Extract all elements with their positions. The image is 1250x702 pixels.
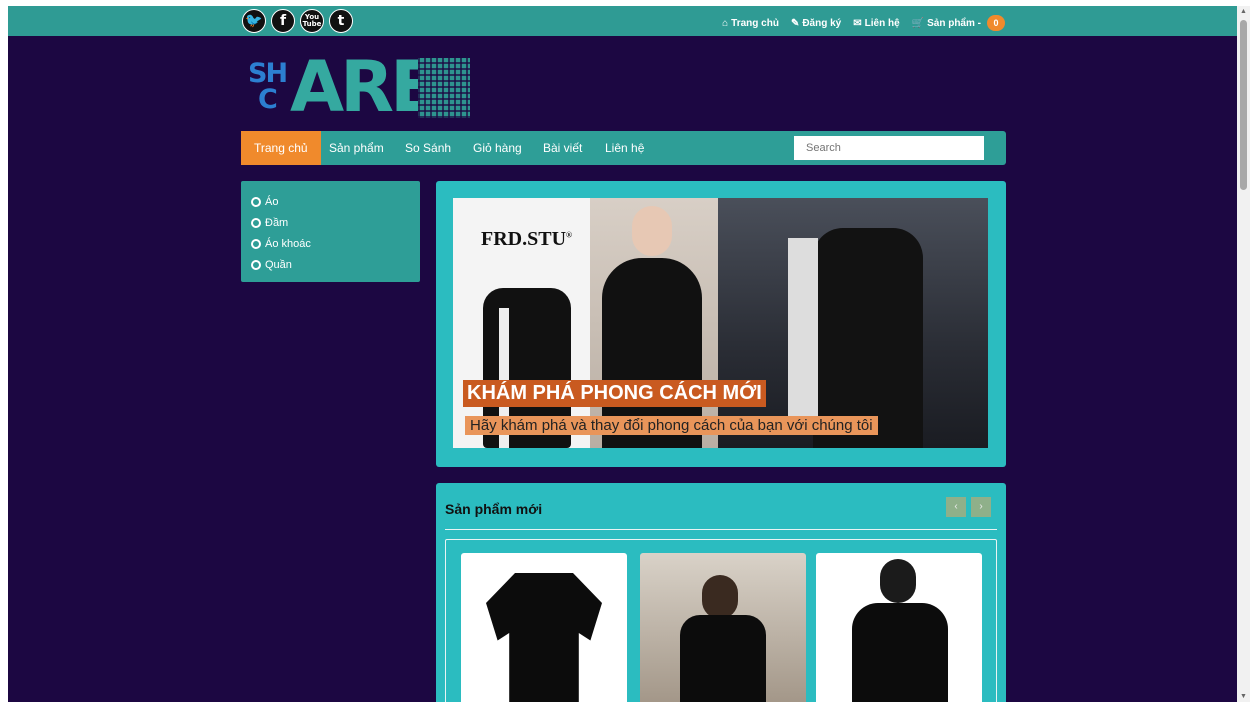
top-link-label: Sản phẩm - (927, 17, 981, 29)
envelope-icon: ✉ (853, 17, 862, 29)
search-input[interactable] (794, 136, 984, 160)
prev-arrow-button[interactable]: ‹ (946, 497, 966, 517)
nav-item-home[interactable]: Trang chủ (241, 131, 321, 165)
category-label: Đầm (265, 216, 289, 229)
page-scrollbar[interactable]: ▲ ▼ (1237, 6, 1250, 702)
product-image-jacket (852, 603, 948, 702)
product-card[interactable] (640, 553, 806, 702)
new-products-section: Sản phẩm mới ‹ › (436, 483, 1006, 702)
dress-stripe (788, 238, 818, 428)
site-logo[interactable]: SH C ARE (248, 52, 478, 124)
page: 🐦 f You Tube t ⌂ Trang chủ ✎ Đăng ký ✉ L… (8, 6, 1237, 702)
circle-icon (251, 259, 261, 270)
main-nav: Trang chủ Sản phẩm So Sánh Giỏ hàng Bài … (241, 131, 1006, 165)
logo-text-small-bottom: C (258, 84, 278, 115)
category-item-dam[interactable]: Đầm (251, 212, 410, 233)
product-carousel (445, 539, 997, 702)
model-dress (813, 228, 923, 448)
product-image-model-head (880, 559, 916, 603)
category-item-quan[interactable]: Quần (251, 254, 410, 275)
hero-banner[interactable]: FRD.STU® KHÁM PHÁ PHONG CÁCH MỚI Hãy khá… (453, 198, 988, 448)
product-card[interactable] (816, 553, 982, 702)
banner-panel-model (590, 198, 718, 448)
banner-panel-jacket: FRD.STU® (453, 198, 590, 448)
category-item-ao[interactable]: Áo (251, 191, 410, 212)
scroll-down-icon[interactable]: ▼ (1240, 693, 1247, 700)
cart-icon: 🛒 (911, 17, 925, 29)
divider (445, 529, 997, 530)
banner-panel-street (718, 198, 988, 448)
circle-icon (251, 238, 261, 249)
home-icon: ⌂ (722, 17, 729, 29)
banner-subtitle: Hãy khám phá và thay đổi phong cách của … (465, 416, 878, 435)
scroll-up-icon[interactable]: ▲ (1240, 8, 1247, 15)
banner-container: FRD.STU® KHÁM PHÁ PHONG CÁCH MỚI Hãy khá… (436, 181, 1006, 467)
nav-item-compare[interactable]: So Sánh (405, 131, 451, 165)
product-card[interactable] (461, 553, 627, 702)
edit-icon: ✎ (790, 17, 800, 29)
top-link-cart[interactable]: 🛒 Sản phẩm - 0 (912, 15, 1005, 31)
model-head (632, 206, 672, 256)
product-image-dress (680, 615, 766, 702)
banner-title: KHÁM PHÁ PHONG CÁCH MỚI (463, 380, 766, 407)
top-link-label: Đăng ký (802, 17, 842, 29)
top-link-label: Liên hệ (864, 17, 900, 29)
youtube-icon[interactable]: You Tube (300, 9, 324, 33)
logo-grid-pattern (418, 58, 470, 118)
category-label: Quần (265, 258, 292, 271)
section-title: Sản phẩm mới (445, 501, 543, 517)
category-sidebar: Áo Đầm Áo khoác Quần (241, 181, 420, 282)
cart-count-badge: 0 (987, 15, 1005, 31)
facebook-icon[interactable]: f (271, 9, 295, 33)
nav-item-cart[interactable]: Giỏ hàng (473, 131, 522, 165)
product-image-polo (486, 573, 602, 702)
category-item-ao-khoac[interactable]: Áo khoác (251, 233, 410, 254)
top-nav: ⌂ Trang chủ ✎ Đăng ký ✉ Liên hệ 🛒 Sản ph… (722, 15, 1005, 31)
nav-item-contact[interactable]: Liên hệ (605, 131, 644, 165)
next-arrow-button[interactable]: › (971, 497, 991, 517)
category-label: Áo (265, 195, 279, 208)
scroll-thumb[interactable] (1240, 20, 1247, 190)
top-link-register[interactable]: ✎ Đăng ký (791, 18, 841, 29)
category-label: Áo khoác (265, 237, 311, 250)
logo-text-small-top: SH (248, 58, 288, 89)
top-link-home[interactable]: ⌂ Trang chủ (722, 18, 779, 29)
nav-item-products[interactable]: Sản phẩm (329, 131, 384, 165)
banner-brand: FRD.STU® (481, 228, 572, 250)
tumblr-icon[interactable]: t (329, 9, 353, 33)
logo-text-big: ARE (290, 46, 438, 128)
circle-icon (251, 196, 261, 207)
twitter-icon[interactable]: 🐦 (242, 9, 266, 33)
top-link-contact[interactable]: ✉ Liên hệ (853, 18, 899, 29)
product-image-model-hair (702, 575, 738, 619)
circle-icon (251, 217, 261, 228)
nav-item-posts[interactable]: Bài viết (543, 131, 582, 165)
top-link-label: Trang chủ (731, 17, 779, 29)
top-bar: 🐦 f You Tube t ⌂ Trang chủ ✎ Đăng ký ✉ L… (8, 6, 1237, 36)
